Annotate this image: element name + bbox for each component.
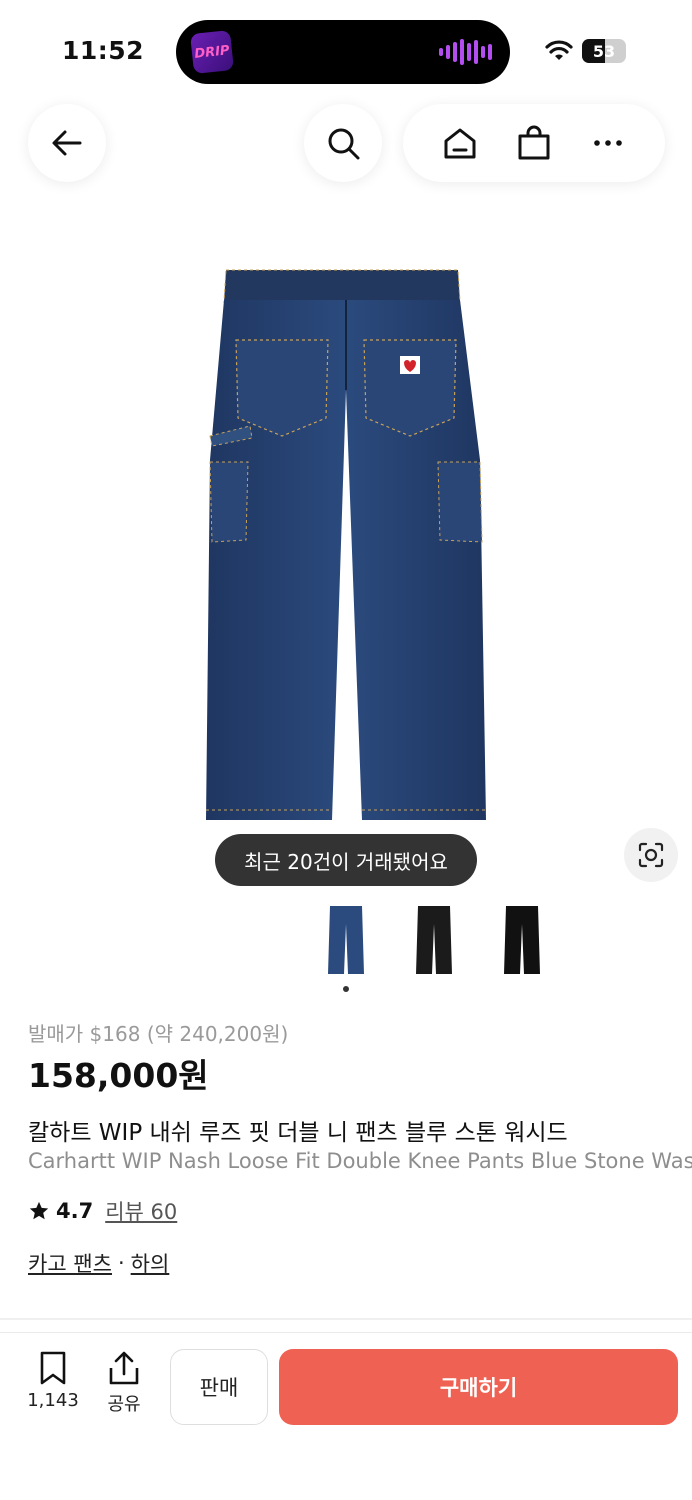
current-price: 158,000원 [28, 1056, 209, 1095]
dynamic-island[interactable]: DRIP [176, 20, 510, 84]
jeans-thumbnail-icon [416, 906, 452, 974]
status-bar: 11:52 DRIP 53 [0, 0, 692, 100]
search-button[interactable] [304, 104, 382, 182]
buy-button[interactable]: 구매하기 [279, 1349, 678, 1425]
carousel-indicator [343, 986, 349, 992]
thumbnail-black-2[interactable] [492, 902, 552, 978]
jeans-thumbnail-icon [328, 906, 364, 974]
category-link-cargo[interactable]: 카고 팬츠 [28, 1248, 112, 1278]
category-link-bottoms[interactable]: 하의 [131, 1248, 170, 1278]
release-price: 발매가 $168 (약 240,200원) [28, 1022, 289, 1046]
product-image[interactable] [0, 240, 692, 840]
section-divider [0, 1318, 692, 1320]
drip-app-icon: DRIP [190, 30, 234, 74]
share-label: 공유 [107, 1394, 141, 1415]
more-button[interactable] [578, 113, 638, 173]
bookmark-button[interactable]: 1,143 [20, 1350, 86, 1420]
product-name-en: Carhartt WIP Nash Loose Fit Double Knee … [28, 1149, 692, 1173]
category-breadcrumb: 카고 팬츠 · 하의 [28, 1248, 169, 1278]
more-horizontal-icon [594, 140, 622, 146]
bottom-bar-border [0, 1332, 692, 1333]
arrow-left-icon [52, 130, 82, 156]
cart-button[interactable] [504, 113, 564, 173]
thumbnail-blue[interactable] [316, 902, 376, 978]
status-time: 11:52 [62, 36, 145, 65]
wifi-icon [545, 40, 573, 60]
back-button[interactable] [28, 104, 106, 182]
jeans-image [206, 269, 486, 820]
home-button[interactable] [430, 113, 490, 173]
jeans-thumbnail-icon [504, 906, 540, 974]
nav-action-group [403, 104, 665, 182]
star-icon [29, 1201, 49, 1220]
rating-row: 4.7 리뷰 60 [28, 1196, 177, 1226]
bookmark-icon [40, 1351, 66, 1385]
trade-count-toast: 최근 20건이 거래됐어요 [215, 834, 477, 886]
shopping-bag-icon [518, 125, 550, 160]
battery-percent: 53 [592, 41, 616, 61]
bookmark-count: 1,143 [27, 1390, 79, 1411]
thumbnail-black-1[interactable] [404, 902, 464, 978]
category-separator: · [117, 1251, 125, 1275]
lens-scan-icon [638, 842, 664, 868]
home-icon [444, 128, 476, 159]
share-button[interactable]: 공유 [96, 1350, 152, 1420]
audio-wave-icon [439, 39, 492, 65]
image-search-button[interactable] [624, 828, 678, 882]
rating-score: 4.7 [56, 1199, 94, 1223]
battery-indicator: 53 [582, 39, 626, 63]
thumbnail-strip [0, 902, 692, 982]
product-name-ko: 칼하트 WIP 내쉬 루즈 핏 더블 니 팬츠 블루 스톤 워시드 [28, 1120, 568, 1146]
search-icon [328, 128, 360, 160]
share-icon [109, 1351, 139, 1385]
review-link[interactable]: 리뷰 60 [105, 1196, 177, 1226]
sell-button[interactable]: 판매 [170, 1349, 268, 1425]
